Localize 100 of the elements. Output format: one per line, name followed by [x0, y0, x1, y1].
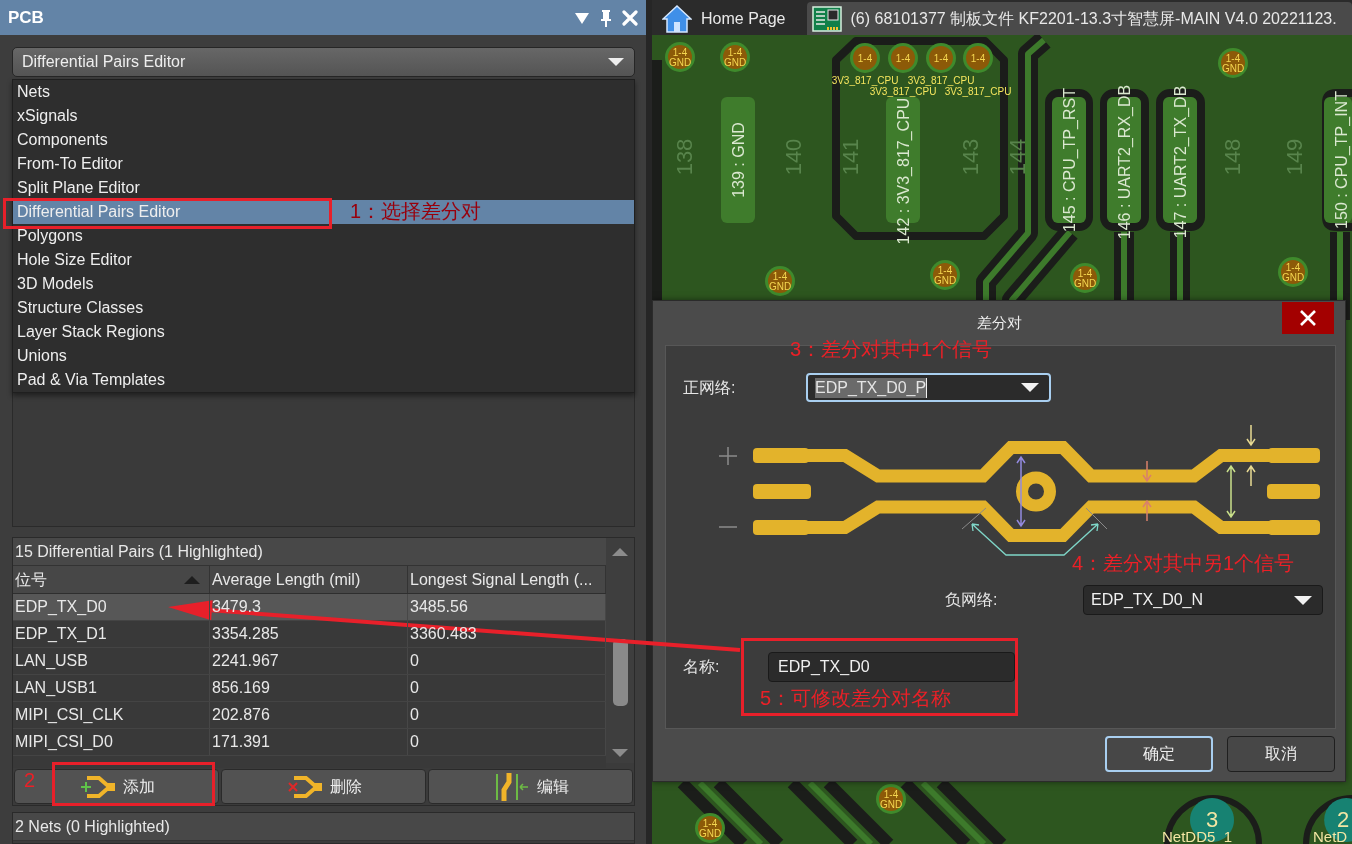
menu-item[interactable]: Nets [13, 80, 634, 104]
pad-net-label: 3V3_817_CPU [944, 85, 1012, 97]
via-layer-label: 1-4 [772, 271, 788, 282]
menu-item[interactable]: Layer Stack Regions [13, 320, 634, 344]
menu-item[interactable]: xSignals [13, 104, 634, 128]
via-icon [695, 813, 725, 843]
menu-caret-icon[interactable] [574, 10, 590, 25]
net-label: 146 : UART2_RX_DB [1115, 84, 1133, 240]
via-layer-label: 1-4 [702, 818, 718, 829]
pad-icon [888, 43, 918, 73]
annotation-label: 4：差分对其中另1个信号 [1072, 551, 1295, 575]
net-label: 145 : CPU_TP_RST [1060, 87, 1078, 233]
close-button[interactable] [1282, 302, 1334, 334]
pad-layer-label: 1-4 [933, 52, 949, 64]
table-row[interactable]: MIPI_CSI_CLK 202.876 0 [13, 702, 606, 729]
caret-icon [1293, 594, 1313, 606]
document-tab[interactable]: Home Page [655, 2, 804, 35]
scroll-down-icon[interactable] [611, 748, 629, 758]
via-net-label: GND [668, 56, 692, 68]
net-label: 147 : UART2_TX_DB [1171, 85, 1189, 239]
table-cell: 3354.285 [210, 621, 408, 647]
name-input-field[interactable]: EDP_TX_D0 [768, 652, 1015, 682]
net-label: 142 : 3V3_817_CPU [894, 97, 912, 245]
via-layer-label: 1-4 [883, 789, 899, 800]
field-label: 负网络: [945, 590, 999, 610]
pad-layer-label: 1-4 [970, 52, 986, 64]
table-row[interactable]: LAN_USB 2241.967 0 [13, 648, 606, 675]
close-icon[interactable] [622, 9, 638, 26]
table-title: 2 Nets (0 Highlighted) [13, 813, 634, 841]
trace-pair-cross-icon [285, 773, 322, 800]
caret-icon [607, 57, 625, 67]
menu-item[interactable]: From-To Editor [13, 152, 634, 176]
pin-icon[interactable] [599, 8, 613, 27]
via-layer-label: 1-4 [1225, 53, 1241, 64]
via-icon [930, 260, 960, 290]
table-cell: LAN_USB1 [13, 675, 210, 701]
menu-item[interactable]: Structure Classes [13, 296, 634, 320]
pad-layer-label: 1-4 [895, 52, 911, 64]
document-tab[interactable]: (6) 68101377 制板文件 KF2201-13.3寸智慧屏-MAIN V4.0 20221123. [806, 2, 1352, 35]
via-net-label: GND [933, 274, 957, 286]
close-icon [1299, 309, 1317, 327]
edit-button[interactable]: 编辑 [428, 769, 633, 804]
via-layer-label: 1-4 [1285, 262, 1301, 273]
via-net-label: GND [723, 56, 747, 68]
via-net-label: GND [1281, 271, 1305, 283]
dialog-button[interactable]: 确定 [1105, 736, 1213, 772]
table-title: 15 Differential Pairs (1 Highlighted) [13, 538, 606, 566]
caret-icon [1020, 382, 1040, 393]
pad-net-label: 3V3_817_CPU [869, 85, 937, 97]
via-layer-label: 1-4 [672, 47, 688, 58]
annotation-label: 1：选择差分对 [350, 199, 482, 223]
pad-icon [963, 43, 993, 73]
via-icon [765, 266, 795, 296]
table-row[interactable]: MIPI_CSI_D0 171.391 0 [13, 729, 606, 756]
via-icon [1218, 48, 1248, 78]
menu-item[interactable]: 3D Models [13, 272, 634, 296]
negative-net-select[interactable]: EDP_TX_D0_N [1083, 585, 1323, 615]
via-icon [1070, 263, 1100, 293]
via-net-label: GND [1073, 277, 1097, 289]
pad-icon [850, 43, 880, 73]
dialog-title: 差分对 [976, 313, 1022, 333]
annotation-label: 5：可修改差分对名称 [760, 686, 952, 710]
panel-title: PCB [8, 6, 44, 29]
table-cell: 171.391 [210, 729, 408, 755]
table-cell: 202.876 [210, 702, 408, 728]
column-header[interactable]: Average Length (mil) [210, 566, 408, 593]
annotation-label: 3：差分对其中1个信号 [790, 337, 993, 361]
circuit-board-icon [811, 5, 842, 32]
via-net-label: GND [768, 280, 792, 292]
table-cell: EDP_TX_D1 [13, 621, 210, 647]
menu-item[interactable]: Pad & Via Templates [13, 368, 634, 392]
table-row[interactable]: LAN_USB1 856.169 0 [13, 675, 606, 702]
grid-number: 144 [1004, 138, 1030, 176]
via-layer-label: 1-4 [727, 47, 743, 58]
column-header[interactable]: 位号 [13, 566, 210, 593]
delete-button[interactable]: 删除 [221, 769, 426, 804]
menu-item[interactable]: Unions [13, 344, 634, 368]
via-net-label: GND [879, 798, 903, 810]
pad-layer-label: 1-4 [857, 52, 873, 64]
net-label: 150 : CPU_TP_INT [1332, 91, 1350, 229]
dialog-button[interactable]: 取消 [1227, 736, 1335, 772]
menu-item[interactable]: Hole Size Editor [13, 248, 634, 272]
via-icon [1278, 257, 1308, 287]
menu-item[interactable]: Split Plane Editor [13, 176, 634, 200]
field-label: 正网络: [683, 377, 737, 398]
house-icon [662, 3, 692, 34]
table-cell: LAN_USB [13, 648, 210, 674]
pad-icon [926, 43, 956, 73]
table-row[interactable]: EDP_TX_D1 3354.285 3360.483 [13, 621, 606, 648]
menu-item[interactable]: Polygons [13, 224, 634, 248]
scroll-up-icon[interactable] [611, 547, 629, 557]
via-layer-label: 1-4 [1077, 268, 1093, 279]
pad-net-label: 3V3_817_CPU [831, 74, 899, 86]
via-layer-label: 1-4 [937, 265, 953, 276]
pad-icon [1303, 795, 1352, 844]
via-icon [665, 42, 695, 72]
via-net-label: GND [1221, 62, 1245, 74]
view-select[interactable]: Differential Pairs Editor [12, 47, 635, 77]
menu-item[interactable]: Components [13, 128, 634, 152]
positive-net-select[interactable]: EDP_TX_D0_P [806, 373, 1051, 402]
